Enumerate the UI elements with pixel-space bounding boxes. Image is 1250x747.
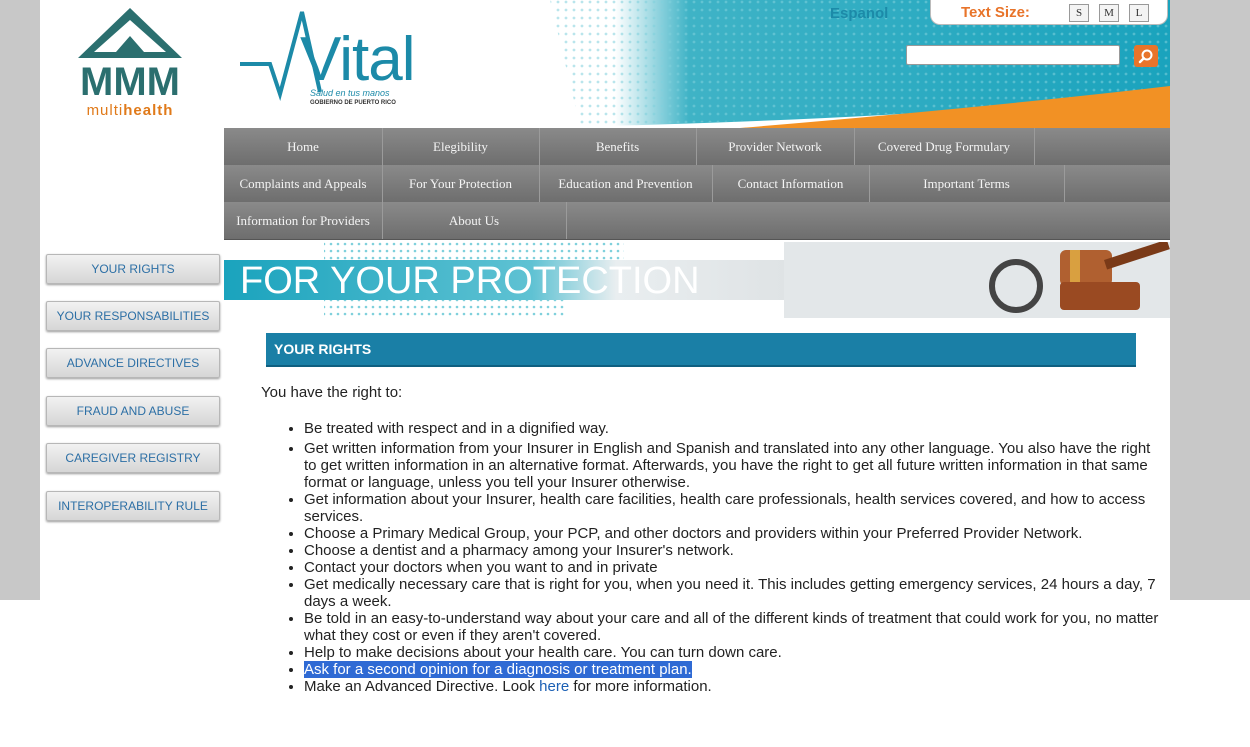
sidebar-item-fraud-abuse[interactable]: FRAUD AND ABUSE bbox=[46, 396, 220, 426]
search-button[interactable] bbox=[1134, 45, 1158, 67]
list-item: Choose a dentist and a pharmacy among yo… bbox=[304, 542, 1164, 559]
section-banner-title: FOR YOUR PROTECTION bbox=[240, 260, 700, 302]
advanced-directive-text-after: for more information. bbox=[569, 678, 712, 695]
list-item: Get medically necessary care that is rig… bbox=[304, 576, 1164, 610]
sidebar-item-your-rights[interactable]: YOUR RIGHTS bbox=[46, 254, 220, 284]
nav-information-providers[interactable]: Information for Providers bbox=[224, 202, 383, 239]
nav-covered-drug-formulary[interactable]: Covered Drug Formulary bbox=[854, 128, 1035, 165]
header: MMM multihealth Vital Salud en tus manos… bbox=[40, 0, 1170, 128]
selected-text: Ask for a second opinion for a diagnosis… bbox=[304, 661, 692, 678]
vital-logo[interactable]: Vital Salud en tus manos GOBIERNO DE PUE… bbox=[240, 10, 430, 110]
sidebar-item-advance-directives[interactable]: ADVANCE DIRECTIVES bbox=[46, 348, 220, 378]
list-item: Make an Advanced Directive. Look here fo… bbox=[304, 678, 1164, 695]
mountain-logo-icon bbox=[78, 8, 182, 58]
nav-important-terms[interactable]: Important Terms bbox=[869, 165, 1065, 202]
mmm-logo[interactable]: MMM multihealth bbox=[70, 6, 200, 121]
text-size-small-button[interactable]: S bbox=[1069, 4, 1089, 22]
list-item-highlighted: Ask for a second opinion for a diagnosis… bbox=[304, 661, 1164, 678]
language-link[interactable]: Espanol bbox=[830, 5, 888, 22]
list-item: Get information about your Insurer, heal… bbox=[304, 491, 1164, 525]
nav-home[interactable]: Home bbox=[224, 128, 383, 165]
text-size-medium-button[interactable]: M bbox=[1099, 4, 1119, 22]
list-item: Contact your doctors when you want to an… bbox=[304, 559, 1164, 576]
section-title: YOUR RIGHTS bbox=[274, 341, 372, 357]
text-size-control: Text Size: S M L bbox=[930, 0, 1168, 25]
text-size-large-button[interactable]: L bbox=[1129, 4, 1149, 22]
nav-benefits[interactable]: Benefits bbox=[539, 128, 697, 165]
text-size-label: Text Size: bbox=[961, 4, 1030, 21]
nav-row-3: Information for Providers About Us bbox=[224, 202, 1170, 240]
list-item: Help to make decisions about your health… bbox=[304, 644, 1164, 661]
search-input[interactable] bbox=[906, 45, 1120, 65]
advanced-directive-link[interactable]: here bbox=[539, 678, 569, 695]
section-banner: FOR YOUR PROTECTION bbox=[224, 242, 1170, 318]
background-strip-right bbox=[1170, 600, 1250, 747]
brand-sub-a: multi bbox=[86, 102, 124, 119]
background-strip-left bbox=[0, 600, 40, 747]
sidebar-item-caregiver-registry[interactable]: CAREGIVER REGISTRY bbox=[46, 443, 220, 473]
nav-elegibility[interactable]: Elegibility bbox=[382, 128, 540, 165]
nav-row-2: Complaints and Appeals For Your Protecti… bbox=[224, 165, 1170, 203]
brand-sub: multihealth bbox=[70, 102, 190, 119]
brand-sub-b: health bbox=[123, 102, 174, 119]
nav-provider-network[interactable]: Provider Network bbox=[696, 128, 855, 165]
rights-intro: You have the right to: bbox=[261, 384, 403, 401]
list-item: Be treated with respect and in a dignifi… bbox=[304, 420, 1164, 437]
nav-complaints-appeals[interactable]: Complaints and Appeals bbox=[224, 165, 383, 202]
page: MMM multihealth Vital Salud en tus manos… bbox=[40, 0, 1170, 747]
nav-for-your-protection[interactable]: For Your Protection bbox=[382, 165, 540, 202]
list-item: Get written information from your Insure… bbox=[304, 440, 1164, 491]
section-header: YOUR RIGHTS bbox=[266, 333, 1136, 367]
nav-education-prevention[interactable]: Education and Prevention bbox=[539, 165, 713, 202]
vital-tagline: Salud en tus manos bbox=[310, 88, 390, 98]
vital-word: Vital bbox=[300, 25, 415, 94]
nav-contact-information[interactable]: Contact Information bbox=[712, 165, 870, 202]
list-item: Choose a Primary Medical Group, your PCP… bbox=[304, 525, 1164, 542]
rights-list: Be treated with respect and in a dignifi… bbox=[284, 420, 1164, 695]
sidebar-item-your-responsabilities[interactable]: YOUR RESPONSABILITIES bbox=[46, 301, 220, 331]
nav-about-us[interactable]: About Us bbox=[382, 202, 567, 239]
main-nav: Home Elegibility Benefits Provider Netwo… bbox=[224, 128, 1170, 240]
nav-row-1: Home Elegibility Benefits Provider Netwo… bbox=[224, 128, 1170, 166]
advanced-directive-text-before: Make an Advanced Directive. Look bbox=[304, 678, 540, 695]
sidebar-item-interoperability-rule[interactable]: INTEROPERABILITY RULE bbox=[46, 491, 220, 521]
search-icon bbox=[1138, 49, 1153, 64]
vital-gov: GOBIERNO DE PUERTO RICO bbox=[310, 100, 396, 106]
list-item: Be told in an easy-to-understand way abo… bbox=[304, 610, 1164, 644]
brand-main: MMM bbox=[80, 60, 180, 104]
